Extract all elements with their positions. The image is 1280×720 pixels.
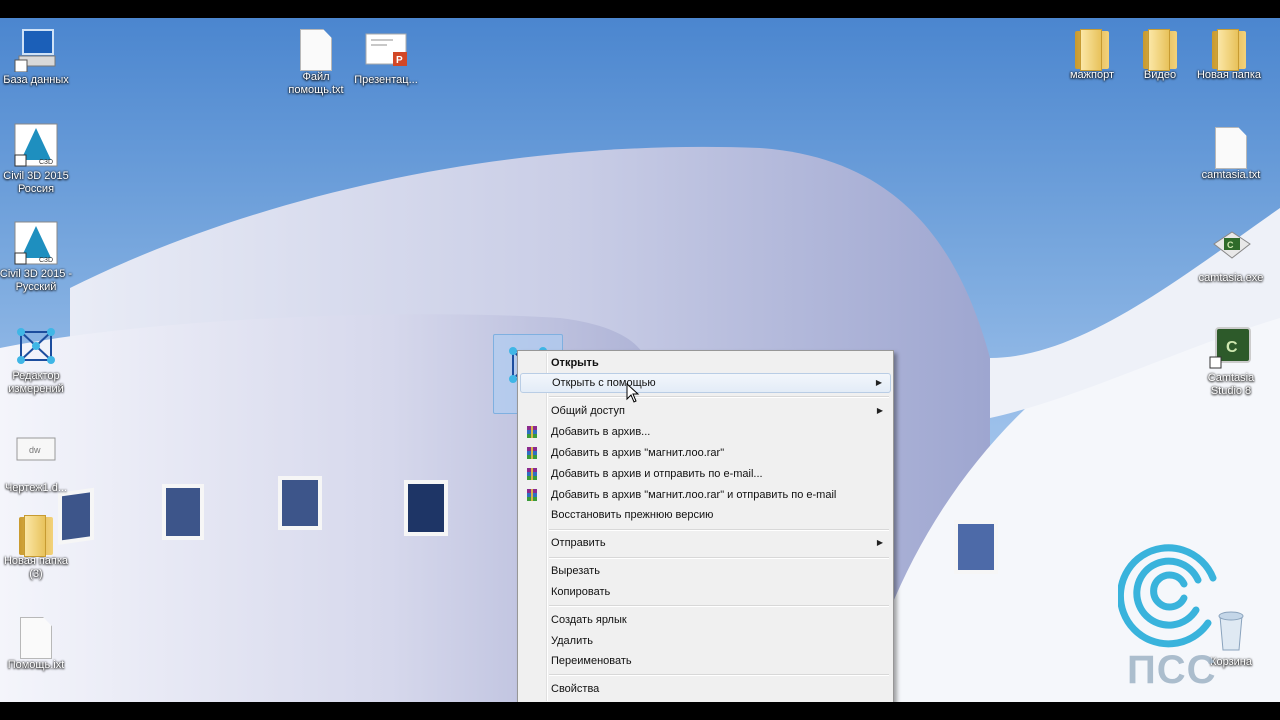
desktop-icon-label: Чертеж1.d...: [4, 482, 68, 494]
desktop-icon-drawing[interactable]: dw Чертеж1.d...: [0, 434, 75, 495]
submenu-arrow-icon: ▶: [876, 538, 883, 547]
desktop-icon-label: База данных: [3, 74, 69, 86]
menu-item-label: Добавить в архив и отправить по e-mail..…: [551, 468, 763, 480]
desktop-icon-measurement-editor[interactable]: Редактор измерений: [0, 322, 75, 396]
folder-icon: [19, 515, 53, 557]
camtasia-icon: C: [1208, 324, 1254, 370]
menu-item-label: Свойства: [551, 683, 600, 695]
desktop-icon-video[interactable]: Видео: [1121, 26, 1199, 82]
menu-item-label: Добавить в архив "магнит.лоо.rar" и отпр…: [551, 489, 837, 501]
svg-text:C: C: [1227, 240, 1234, 250]
desktop-icon-civil3d-russian[interactable]: C3D Civil 3D 2015 - Русский: [0, 220, 75, 294]
svg-text:dw: dw: [29, 445, 41, 455]
menu-item-open[interactable]: Открыть: [520, 353, 891, 373]
menu-item-label: Восстановить прежнюю версию: [551, 509, 714, 521]
desktop-icon-new-folder-3[interactable]: Новая папка (3): [0, 512, 75, 581]
folder-icon: [1212, 29, 1246, 71]
measurement-editor-icon: [13, 322, 59, 368]
drawing-file-icon: dw: [13, 434, 59, 480]
menu-item-named-archive-and-email[interactable]: Добавить в архив "магнит.лоо.rar" и отпр…: [520, 485, 891, 505]
desktop-icon-new-folder[interactable]: Новая папка: [1190, 26, 1268, 82]
desktop-icon-label: camtasia.exe: [1198, 272, 1264, 284]
desktop-icon-label: Civil 3D 2015 - Русский: [0, 268, 73, 293]
winrar-icon: [527, 426, 537, 438]
text-file-icon: [1215, 127, 1247, 169]
menu-item-label: Общий доступ: [551, 405, 625, 417]
winrar-icon: [527, 468, 537, 480]
menu-item-label: Добавить в архив...: [551, 426, 651, 438]
menu-item-properties[interactable]: Свойства: [520, 679, 891, 699]
desktop-icon-camtasia-studio[interactable]: C Camtasia Studio 8: [1192, 324, 1270, 398]
computer-database-icon: [13, 26, 59, 73]
svg-text:C3D: C3D: [39, 159, 53, 166]
menu-item-cut[interactable]: Вырезать: [520, 561, 891, 581]
menu-item-label: Создать ярлык: [551, 614, 627, 626]
letterbox-top: [0, 0, 1280, 18]
text-file-icon: [20, 617, 52, 659]
desktop-icon-camtasia-txt[interactable]: camtasia.txt: [1192, 124, 1270, 182]
desktop-icon-civil3d-russia[interactable]: C3D Civil 3D 2015 Россия: [0, 122, 75, 196]
winrar-icon: [527, 447, 537, 459]
menu-item-open-with[interactable]: Открыть с помощью ▶: [520, 373, 891, 393]
menu-separator: [549, 529, 889, 531]
desktop-icon-label: Помощь.ixt: [7, 659, 65, 671]
pss-watermark: ПСС: [1127, 648, 1217, 692]
menu-item-add-to-named-archive[interactable]: Добавить в архив "магнит.лоо.rar": [520, 443, 891, 463]
menu-separator: [549, 674, 889, 676]
menu-item-label: Удалить: [551, 635, 593, 647]
civil3d-icon: C3D: [13, 220, 59, 266]
desktop-icon-label: Civil 3D 2015 Россия: [3, 170, 69, 195]
winrar-icon: [527, 489, 537, 501]
menu-item-restore-previous[interactable]: Восстановить прежнюю версию: [520, 505, 891, 525]
desktop-icon-presentation[interactable]: P Презентац...: [347, 26, 425, 87]
camtasia-installer-icon: C: [1208, 224, 1254, 270]
menu-item-add-to-archive[interactable]: Добавить в архив...: [520, 422, 891, 442]
mouse-cursor-icon: [626, 383, 640, 403]
menu-item-label: Копировать: [551, 586, 611, 598]
video-folder-icon: [1143, 29, 1177, 71]
svg-text:P: P: [396, 55, 403, 66]
menu-item-delete[interactable]: Удалить: [520, 631, 891, 651]
submenu-arrow-icon: ▶: [876, 406, 883, 415]
svg-text:C: C: [1226, 339, 1238, 356]
folder-icon: [1075, 29, 1109, 71]
desktop-icon-label: Презентац...: [354, 74, 418, 86]
menu-separator: [549, 557, 889, 559]
desktop-icon-label: camtasia.txt: [1201, 169, 1261, 181]
menu-item-label: Открыть с помощью: [552, 377, 656, 389]
menu-item-create-shortcut[interactable]: Создать ярлык: [520, 610, 891, 630]
svg-text:C3D: C3D: [39, 257, 53, 264]
menu-item-rename[interactable]: Переименовать: [520, 651, 891, 671]
menu-item-label: Добавить в архив "магнит.лоо.rar": [551, 447, 725, 459]
menu-separator: [549, 396, 889, 398]
menu-separator: [549, 605, 889, 607]
desktop-icon-camtasia-exe[interactable]: C camtasia.exe: [1192, 224, 1270, 285]
context-menu[interactable]: Открыть Открыть с помощью ▶ Общий доступ ▶…: [517, 350, 894, 704]
desktop-icon-label: Файл помощь.txt: [288, 71, 344, 96]
powerpoint-file-icon: P: [363, 26, 409, 72]
desktop-icon-help-txt[interactable]: Помощь.ixt: [0, 614, 75, 672]
menu-item-send-to[interactable]: Отправить ▶: [520, 533, 891, 553]
text-file-icon: [300, 29, 332, 71]
submenu-arrow-icon: ▶: [875, 378, 882, 387]
menu-item-label: Открыть: [551, 357, 599, 369]
menu-item-label: Отправить: [551, 537, 606, 549]
civil3d-icon: C3D: [13, 122, 59, 168]
menu-item-label: Переименовать: [551, 655, 632, 667]
menu-item-copy[interactable]: Копировать: [520, 582, 891, 602]
pss-logo-icon: [1118, 544, 1217, 648]
desktop-icon-label: Редактор измерений: [8, 370, 64, 395]
desktop-icon-database[interactable]: База данных: [0, 26, 75, 87]
menu-item-sharing[interactable]: Общий доступ ▶: [520, 401, 891, 421]
desktop-icon-help-file[interactable]: Файл помощь.txt: [277, 26, 355, 97]
desktop-icon-label: Camtasia Studio 8: [1207, 372, 1255, 397]
desktop-icon-mazhport[interactable]: мажпорт: [1053, 26, 1131, 82]
menu-item-archive-and-email[interactable]: Добавить в архив и отправить по e-mail..…: [520, 464, 891, 484]
desktop-icon-label: Новая папка (3): [3, 555, 69, 580]
letterbox-bottom: [0, 702, 1280, 720]
menu-item-label: Вырезать: [551, 565, 600, 577]
